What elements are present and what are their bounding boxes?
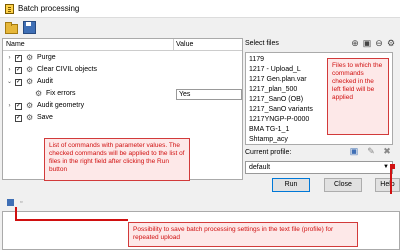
run-button[interactable]: Run [272, 178, 310, 192]
select-files-label: Select files [245, 40, 279, 47]
chevron-down-icon[interactable]: ⌄ [6, 79, 13, 86]
list-item[interactable]: 1217 - Upload_L [249, 66, 301, 73]
checkbox[interactable]: ✓ [15, 115, 22, 122]
list-item[interactable]: 1217YNGP-P-0000 [249, 116, 309, 123]
delete-icon[interactable]: ✖ [382, 146, 392, 156]
annotation-commands: List of commands with parameter values. … [44, 138, 190, 181]
close-button[interactable]: Close [324, 178, 362, 192]
list-item[interactable]: 1217_SanO (OB) [249, 96, 303, 103]
annotation-profile: Possibility to save batch processing set… [128, 222, 358, 247]
tree-row-audit-geometry[interactable]: › ✓ ⚙ Audit geometry [3, 101, 242, 112]
title-bar: Batch processing [0, 0, 400, 18]
profile-select[interactable]: default ▼ [245, 161, 393, 174]
remove-icon[interactable]: ⊖ [374, 38, 384, 48]
list-item[interactable]: 1217_SanO variants [249, 106, 313, 113]
chevron-right-icon[interactable]: › [6, 55, 13, 62]
gear-icon: ⚙ [26, 77, 34, 86]
open-folder-icon[interactable] [4, 20, 18, 34]
edit-icon[interactable]: ✎ [366, 146, 376, 156]
toolbar [0, 18, 400, 36]
add-file-icon[interactable]: ⊕ [350, 38, 360, 48]
annotation-arrow [15, 207, 17, 219]
column-separator[interactable] [173, 39, 174, 51]
gear-icon: ⚙ [26, 101, 34, 110]
tree-item-label: Fix errors [46, 90, 76, 97]
tree-row-purge[interactable]: › ✓ ⚙ Purge [3, 53, 242, 64]
window-title: Batch processing [18, 4, 80, 13]
profile-value: default [249, 164, 271, 171]
home-icon[interactable] [6, 199, 15, 208]
annotation-arrow-head [392, 166, 393, 167]
gear-icon: ⚙ [26, 53, 34, 62]
tree-item-label: Audit [37, 78, 53, 85]
tree-item-label: Audit geometry [37, 102, 85, 109]
list-item[interactable]: 1217 Gen.plan.var [249, 76, 307, 83]
checkbox[interactable]: ✓ [15, 79, 22, 86]
tree-row-save[interactable]: ✓ ⚙ Save [3, 113, 242, 124]
save-icon[interactable]: ▫ [20, 199, 29, 208]
chevron-right-icon[interactable]: › [6, 103, 13, 110]
tree-item-label: Purge [37, 54, 56, 61]
chevron-right-icon[interactable]: › [6, 67, 13, 74]
list-item[interactable]: Shtamp_acy [249, 136, 288, 143]
save-profile-icon[interactable]: ▣ [349, 146, 359, 156]
checkbox[interactable]: ✓ [15, 103, 22, 110]
tree-header: Name Value [3, 39, 242, 51]
gear-icon[interactable]: ⚙ [386, 38, 396, 48]
annotation-arrow [390, 166, 392, 194]
list-item[interactable]: BMA TG-1_1 [249, 126, 289, 133]
parameter-icon: ⚙ [35, 89, 43, 98]
tree-row-clear-civil[interactable]: › ✓ ⚙ Clear CIVIL objects [3, 65, 242, 76]
add-folder-icon[interactable]: ▣ [362, 38, 372, 48]
help-button[interactable]: Help [375, 178, 400, 192]
app-icon [5, 4, 14, 14]
annotation-arrow [15, 219, 128, 221]
fix-errors-value[interactable]: Yes [176, 89, 242, 100]
checkbox[interactable]: ✓ [15, 55, 22, 62]
save-icon[interactable] [22, 20, 36, 34]
checkbox[interactable]: ✓ [15, 67, 22, 74]
chevron-down-icon: ▼ [383, 164, 389, 170]
gear-icon: ⚙ [26, 113, 34, 122]
bottom-toolbar: ▫ [2, 198, 400, 210]
tree-row-fix-errors[interactable]: ⚙ Fix errors Yes [3, 89, 242, 100]
current-profile-label: Current profile: [245, 149, 292, 156]
annotation-files: Files to which the commands checked in t… [327, 58, 389, 135]
list-item[interactable]: 1179 [249, 56, 264, 63]
gear-icon: ⚙ [26, 65, 34, 74]
files-toolbar: ⊕ ▣ ⊖ ⚙ [350, 38, 400, 50]
tree-item-label: Save [37, 114, 53, 121]
tree-row-audit[interactable]: ⌄ ✓ ⚙ Audit [3, 77, 242, 88]
column-name: Name [6, 41, 25, 48]
tree-item-label: Clear CIVIL objects [37, 66, 98, 73]
list-item[interactable]: 1217_plan_500 [249, 86, 297, 93]
column-value: Value [176, 41, 194, 48]
